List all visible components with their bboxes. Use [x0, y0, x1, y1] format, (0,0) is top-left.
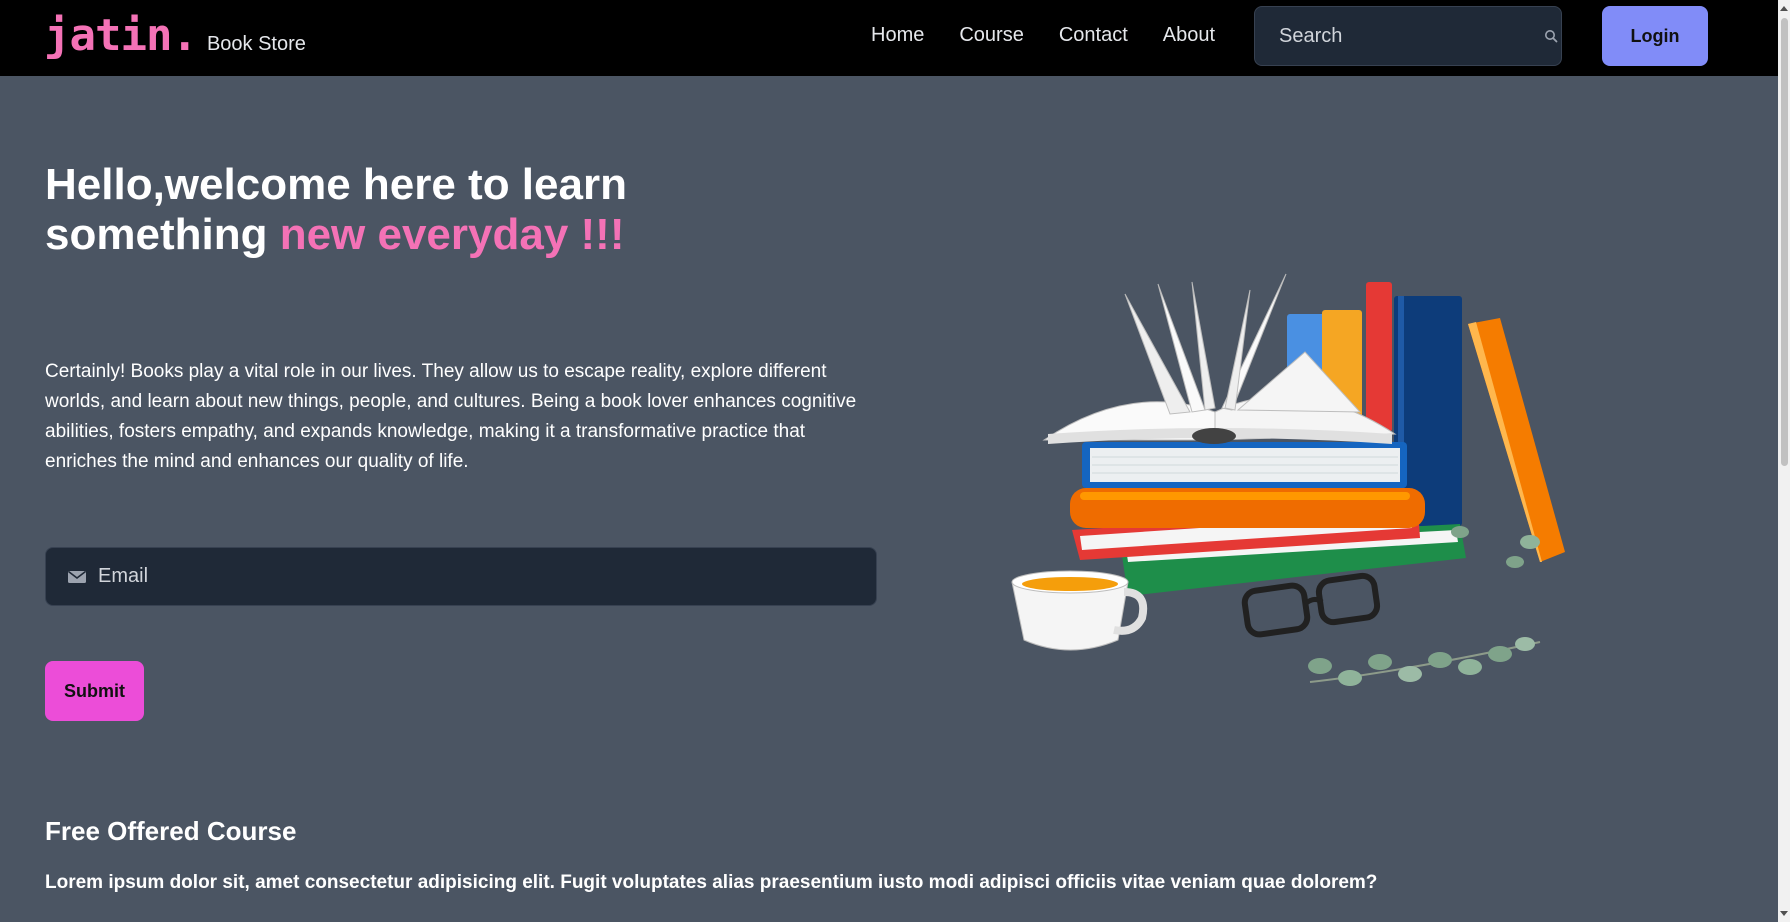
books-illustration: [1011, 273, 1565, 686]
search-input[interactable]: [1279, 24, 1544, 48]
page-scrollbar[interactable]: [1778, 0, 1790, 922]
scroll-down-arrow[interactable]: [1780, 911, 1788, 916]
nav-link-home[interactable]: Home: [871, 24, 924, 47]
login-button[interactable]: Login: [1602, 6, 1708, 66]
scroll-up-arrow[interactable]: [1780, 6, 1788, 11]
nav-links: Home Course Contact About: [871, 24, 1250, 47]
search-box[interactable]: [1254, 6, 1562, 66]
brand-subtitle: Book Store: [206, 33, 306, 55]
brand-logo[interactable]: jatin.: [44, 10, 198, 61]
hero-title: Hello,welcome here to learn something ne…: [45, 160, 745, 260]
courses-text: Lorem ipsum dolor sit, amet consectetur …: [45, 872, 1378, 893]
navbar: jatin. Book Store Home Course Contact Ab…: [0, 0, 1778, 76]
nav-link-contact[interactable]: Contact: [1059, 24, 1128, 47]
hero-title-accent: new everyday !!!: [279, 210, 625, 259]
brand[interactable]: jatin. Book Store: [44, 10, 306, 61]
mail-icon: [68, 569, 88, 585]
hero-description: Certainly! Books play a vital role in ou…: [45, 361, 857, 472]
scroll-thumb[interactable]: [1781, 18, 1788, 466]
search-icon[interactable]: [1544, 27, 1558, 45]
courses-heading: Free Offered Course: [45, 816, 297, 846]
submit-button[interactable]: Submit: [45, 661, 144, 721]
email-field[interactable]: [98, 565, 854, 588]
email-field-box[interactable]: [45, 547, 877, 606]
nav-link-course[interactable]: Course: [959, 24, 1023, 47]
nav-link-about[interactable]: About: [1163, 24, 1215, 47]
